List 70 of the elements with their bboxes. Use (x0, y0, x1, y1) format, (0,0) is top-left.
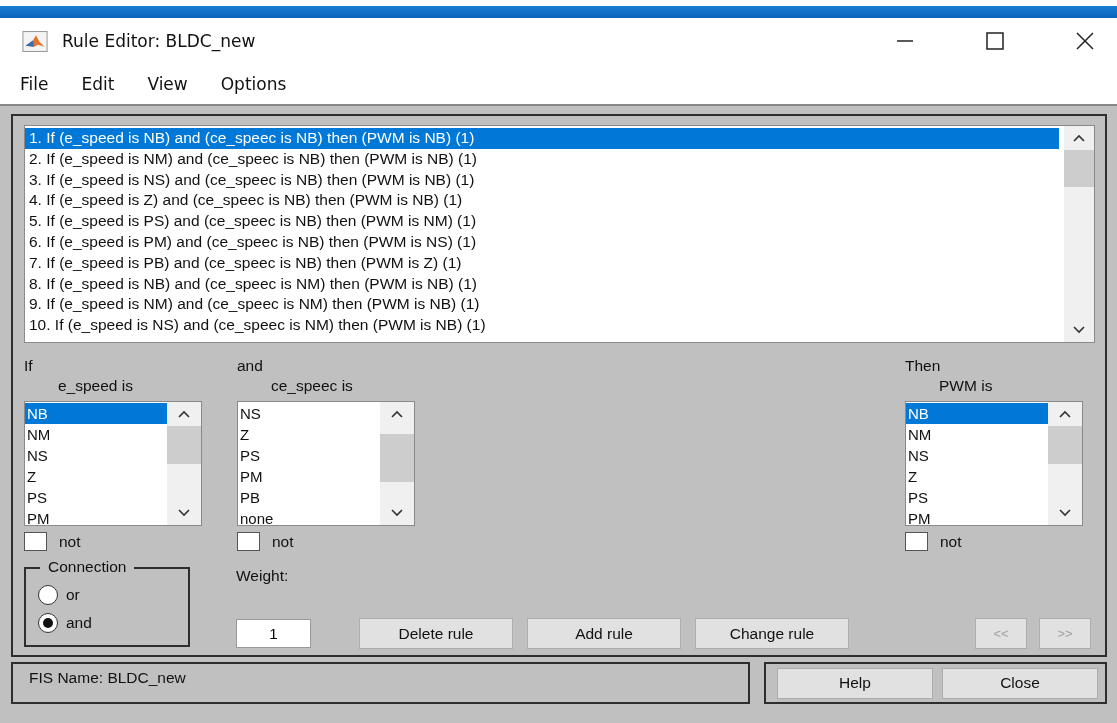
scrollbar-thumb[interactable] (1048, 426, 1082, 464)
not-checkbox[interactable] (905, 532, 928, 551)
radio-button[interactable] (38, 613, 58, 633)
term-item[interactable]: PS (238, 445, 380, 466)
menu-item[interactable]: Edit (81, 74, 115, 94)
scrollbar-thumb[interactable] (380, 433, 414, 483)
scrollbar[interactable] (1048, 402, 1082, 525)
rule-item[interactable]: 5. If (e_speed is PS) and (ce_speec is NB) then (PWM is NM) (1) (25, 211, 1059, 232)
app-icon (22, 30, 48, 52)
term-item[interactable]: PS (906, 487, 1048, 508)
menu-item[interactable]: View (147, 74, 188, 94)
term-item[interactable]: PS (25, 487, 167, 508)
clause-label: If (24, 357, 33, 376)
rule-item[interactable]: 9. If (e_speed is NM) and (ce_speec is NM) then (PWM is NB) (1) (25, 294, 1059, 316)
variable-label: PWM is (939, 377, 993, 396)
scrollbar-thumb[interactable] (167, 426, 201, 464)
scrollbar[interactable] (1064, 126, 1094, 342)
radio-label: or (66, 586, 80, 604)
not-label: not (59, 532, 81, 551)
term-item[interactable]: NB (906, 403, 1048, 424)
term-item[interactable]: PB (238, 487, 380, 508)
weight-label: Weight: (236, 567, 289, 585)
weight-field[interactable]: 1 (236, 619, 311, 648)
not-checkbox[interactable] (237, 532, 260, 551)
clause-label: Then (905, 357, 941, 376)
radio-button[interactable] (38, 585, 58, 605)
term-item[interactable]: PM (25, 508, 167, 525)
rule-item[interactable]: 10. If (e_speed is NS) and (ce_speec is NM) then (PWM is NB) (1) (25, 315, 1059, 336)
scrollbar[interactable] (380, 402, 414, 525)
rule-item[interactable]: 3. If (e_speed is NS) and (ce_speec is NB) then (PWM is NB) (1) (25, 169, 1059, 191)
term-item[interactable]: PM (906, 508, 1048, 525)
term-item[interactable]: NS (25, 445, 167, 466)
rule-item[interactable]: 6. If (e_speed is PM) and (ce_speec is NB) then (PWM is NS) (1) (25, 232, 1059, 253)
clause-label: and (237, 357, 263, 376)
term-item[interactable]: PM (238, 466, 380, 487)
radio-label: and (66, 614, 92, 632)
rule-item[interactable]: 8. If (e_speed is NB) and (ce_speec is NM) then (PWM is NB) (1) (25, 273, 1059, 295)
rule-button[interactable]: Delete rule (359, 618, 513, 649)
rule-button[interactable]: Change rule (695, 618, 849, 649)
term-item[interactable]: NM (906, 424, 1048, 445)
rule-item[interactable]: 7. If (e_speed is PB) and (ce_speec is NB) then (PWM is Z) (1) (25, 252, 1059, 274)
term-item[interactable]: Z (238, 424, 380, 445)
rule-item[interactable]: 1. If (e_speed is NB) and (ce_speec is NB) then (PWM is NB) (1) (25, 128, 1059, 149)
dialog-button[interactable]: Help (777, 667, 933, 699)
menu-item[interactable]: File (20, 74, 49, 94)
term-list[interactable]: NB NM NS Z PS PM (24, 401, 202, 526)
term-item[interactable]: NB (25, 403, 167, 424)
status-text: FIS Name: BLDC_new (29, 669, 186, 686)
scrollbar-thumb[interactable] (1064, 150, 1094, 187)
rule-button[interactable]: Add rule (527, 618, 681, 649)
dialog-button[interactable]: Close (942, 667, 1098, 699)
not-label: not (272, 532, 294, 551)
term-item[interactable]: Z (25, 466, 167, 487)
not-checkbox[interactable] (24, 532, 47, 551)
not-label: not (940, 532, 962, 551)
term-list[interactable]: NS Z PS PM PB none (237, 401, 415, 526)
window-title: Rule Editor: BLDC_new (62, 31, 256, 51)
term-list[interactable]: NB NM NS Z PS PM (905, 401, 1083, 526)
term-item[interactable]: NM (25, 424, 167, 445)
rule-list[interactable] (24, 125, 1095, 343)
rule-item[interactable]: 2. If (e_speed is NM) and (ce_speec is NB) then (PWM is NB) (1) (25, 148, 1059, 170)
scrollbar[interactable] (167, 402, 201, 525)
term-item[interactable]: Z (906, 466, 1048, 487)
menu-item[interactable]: Options (220, 74, 287, 94)
term-item[interactable]: NS (238, 403, 380, 424)
variable-label: ce_speec is (271, 377, 353, 396)
variable-label: e_speed is (58, 377, 133, 396)
rule-item[interactable]: 4. If (e_speed is Z) and (ce_speec is NB) then (PWM is NB) (1) (25, 190, 1059, 212)
term-item[interactable]: NS (906, 445, 1048, 466)
term-item[interactable]: none (238, 508, 380, 525)
